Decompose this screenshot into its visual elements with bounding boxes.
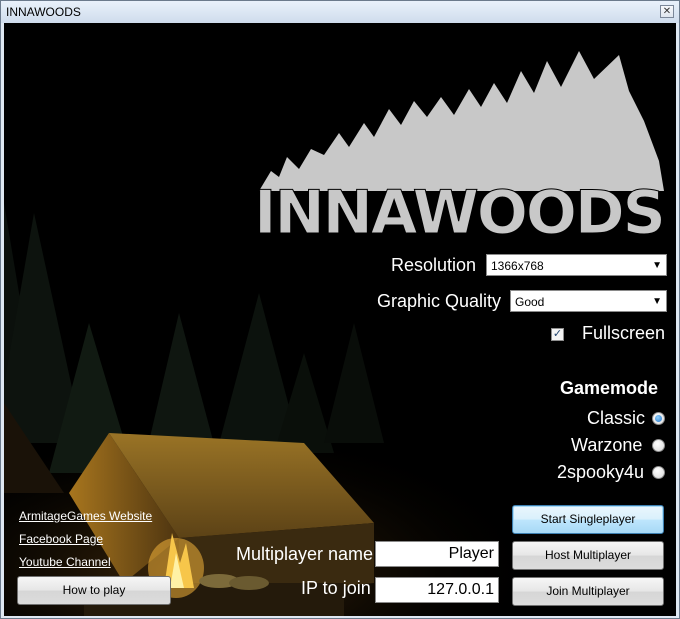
how-to-play-button[interactable]: How to play [17,576,171,605]
ip-input[interactable]: 127.0.0.1 [375,577,499,603]
multiplayer-name-label: Multiplayer name [236,544,374,564]
fullscreen-checkbox[interactable]: ✓ [551,328,564,341]
app-window: INNAWOODS ✕ INNAWOODS Resolution 1366x76… [0,0,680,619]
chevron-down-icon: ▼ [652,296,662,307]
close-icon: ✕ [662,6,672,17]
gamemode-2spooky4u-label: 2spooky4u [557,462,645,482]
quality-value: Good [515,295,545,309]
gamemode-warzone-label: Warzone [571,435,643,455]
host-multiplayer-button[interactable]: Host Multiplayer [512,541,664,570]
gamemode-heading: Gamemode [560,378,659,398]
launcher-panel: INNAWOODS Resolution 1366x768 ▼ Graphic … [4,23,676,616]
close-button[interactable]: ✕ [660,5,674,18]
start-singleplayer-button[interactable]: Start Singleplayer [512,505,664,534]
title-bar[interactable]: INNAWOODS ✕ [1,1,679,23]
resolution-label: Resolution [391,255,477,275]
website-link[interactable]: ArmitageGames Website [19,509,152,523]
gamemode-classic-label: Classic [587,408,646,428]
game-logo: INNAWOODS [254,51,666,246]
treeline-silhouette [259,51,664,191]
gamemode-2spooky4u-radio[interactable] [652,466,665,479]
fullscreen-label: Fullscreen [582,323,666,343]
facebook-link[interactable]: Facebook Page [19,532,103,546]
youtube-link[interactable]: Youtube Channel [19,555,111,569]
logo-text: INNAWOODS [254,178,664,246]
quality-label: Graphic Quality [377,291,502,311]
ip-label: IP to join [301,578,371,598]
gamemode-classic-radio[interactable] [652,412,665,425]
quality-select[interactable]: Good ▼ [510,290,667,312]
window-title: INNAWOODS [6,5,81,19]
checkmark-icon: ✓ [552,328,563,340]
gamemode-warzone-radio[interactable] [652,439,665,452]
join-multiplayer-button[interactable]: Join Multiplayer [512,577,664,606]
resolution-select[interactable]: 1366x768 ▼ [486,254,667,276]
chevron-down-icon: ▼ [652,260,662,271]
multiplayer-name-input[interactable]: Player [375,541,499,567]
resolution-value: 1366x768 [491,259,544,273]
